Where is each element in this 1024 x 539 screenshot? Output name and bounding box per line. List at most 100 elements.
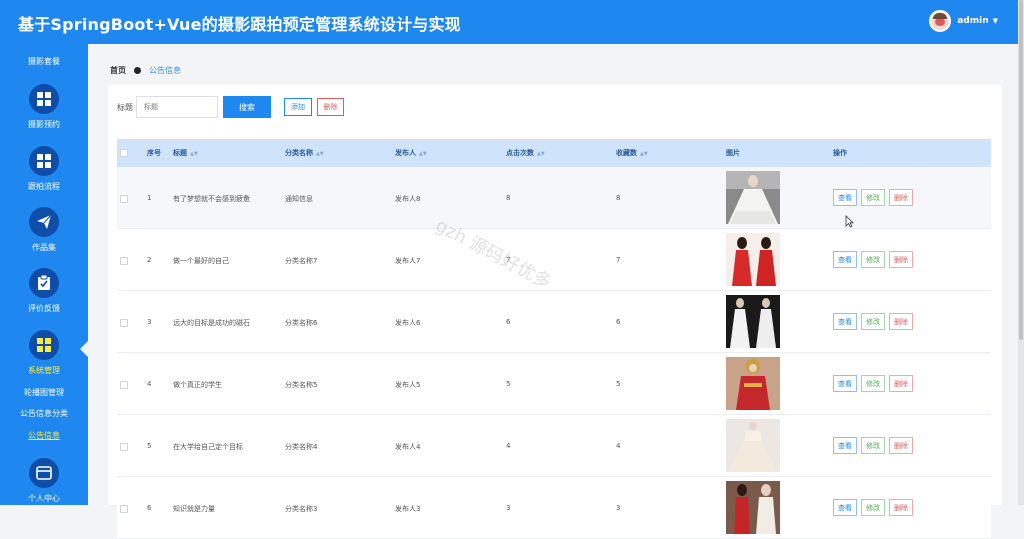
sidebar-item-portfolio[interactable]: 作品集: [0, 207, 88, 253]
cell-publisher: 发布人5: [395, 381, 421, 389]
view-button[interactable]: 查看: [833, 313, 857, 330]
edit-button[interactable]: 修改: [861, 251, 885, 268]
cell-category: 分类名称4: [285, 443, 318, 451]
sort-icon[interactable]: ▲▼: [190, 151, 198, 157]
cell-no: 4: [147, 380, 152, 388]
sidebar: 摄影套餐 摄影预约 跟拍流程 作品集 评价反馈 系统管理 轮播图管理 公告信息分…: [0, 44, 88, 505]
delete-button[interactable]: 删除: [889, 189, 913, 206]
thumbnail-image[interactable]: [726, 295, 780, 348]
row-checkbox[interactable]: [120, 381, 128, 389]
sort-icon[interactable]: ▲▼: [537, 151, 545, 157]
sidebar-subitem-notice-category[interactable]: 公告信息分类: [0, 408, 88, 419]
sidebar-subitem-notice[interactable]: 公告信息: [0, 430, 88, 441]
cell-clicks: 6: [506, 318, 511, 326]
edit-button[interactable]: 修改: [861, 375, 885, 392]
app-title: 基于SpringBoot+Vue的摄影跟拍预定管理系统设计与实现: [18, 15, 461, 34]
row-actions: 查看 修改 删除: [833, 499, 917, 516]
sidebar-item-feedback[interactable]: 评价反馈: [0, 268, 88, 314]
cell-title: 远大的目标是成功的磁石: [173, 319, 250, 327]
row-actions: 查看 修改 删除: [833, 251, 917, 268]
edit-button[interactable]: 修改: [861, 499, 885, 516]
sidebar-item-photo-package[interactable]: 摄影套餐: [0, 57, 88, 67]
edit-button[interactable]: 修改: [861, 189, 885, 206]
grid-icon: [29, 84, 59, 114]
sort-icon[interactable]: ▲▼: [640, 151, 648, 157]
cell-no: 2: [147, 256, 152, 264]
column-header-title[interactable]: 标题 ▲▼: [173, 148, 198, 158]
delete-button[interactable]: 删除: [889, 313, 913, 330]
view-button[interactable]: 查看: [833, 251, 857, 268]
edit-button[interactable]: 修改: [861, 313, 885, 330]
view-button[interactable]: 查看: [833, 437, 857, 454]
user-menu[interactable]: admin ▼: [929, 10, 998, 32]
sort-icon[interactable]: ▲▼: [419, 151, 427, 157]
row-checkbox[interactable]: [120, 319, 128, 327]
row-checkbox[interactable]: [120, 505, 128, 513]
delete-button[interactable]: 删除: [889, 437, 913, 454]
cell-no: 3: [147, 318, 152, 326]
table-header: 序号 标题 ▲▼ 分类名称 ▲▼ 发布人 ▲▼ 点击次数 ▲▼ 收藏数 ▲▼ 图片 操作: [117, 139, 991, 167]
row-checkbox[interactable]: [120, 195, 128, 203]
thumbnail-image[interactable]: [726, 171, 780, 224]
top-header: 基于SpringBoot+Vue的摄影跟拍预定管理系统设计与实现 admin ▼: [0, 0, 1018, 44]
column-header-clicks[interactable]: 点击次数 ▲▼: [506, 148, 545, 158]
sort-icon[interactable]: ▲▼: [316, 151, 324, 157]
sidebar-item-label: 作品集: [32, 243, 56, 252]
content-panel: 标题 搜索 添加 删除 序号 标题▲▼ 分类名称▲▼ 发布人▲▼ 点击次数▲▼ …: [108, 85, 1002, 539]
paper-plane-icon: [29, 207, 59, 237]
view-button[interactable]: 查看: [833, 375, 857, 392]
breadcrumb: 首页 公告信息: [110, 65, 181, 76]
sidebar-item-label: 系统管理: [28, 366, 60, 375]
edit-button[interactable]: 修改: [861, 437, 885, 454]
row-checkbox[interactable]: [120, 443, 128, 451]
cell-category: 分类名称3: [285, 505, 318, 513]
table-row: 3 远大的目标是成功的磁石 分类名称6 发布人6 6 6 查看 修改 删除: [117, 291, 991, 353]
avatar[interactable]: [929, 10, 952, 32]
user-name[interactable]: admin: [957, 16, 988, 26]
sidebar-item-system[interactable]: 系统管理: [0, 330, 88, 376]
search-button[interactable]: 搜索: [223, 96, 271, 118]
sidebar-item-process[interactable]: 跟拍流程: [0, 146, 88, 192]
search-input[interactable]: [136, 96, 218, 118]
cell-category: 分类名称7: [285, 257, 318, 265]
batch-delete-button[interactable]: 删除: [317, 98, 344, 116]
thumbnail-image[interactable]: [726, 357, 780, 410]
thumbnail-image[interactable]: [726, 481, 780, 534]
thumbnail-image[interactable]: [726, 419, 780, 472]
table-row: 6 知识就是力量 分类名称3 发布人3 3 3 查看 修改 删除: [117, 477, 991, 539]
column-header-favorites[interactable]: 收藏数 ▲▼: [616, 148, 648, 158]
cell-no: 5: [147, 442, 152, 450]
chevron-down-icon[interactable]: ▼: [993, 17, 998, 25]
cell-category: 分类名称5: [285, 381, 318, 389]
table-row: 5 在大学给自己定个目标 分类名称4 发布人4 4 4 查看 修改 删除: [117, 415, 991, 477]
scrollbar[interactable]: [1018, 0, 1024, 505]
view-button[interactable]: 查看: [833, 189, 857, 206]
select-all-checkbox[interactable]: [120, 149, 128, 157]
row-checkbox[interactable]: [120, 257, 128, 265]
cell-title: 有了梦想就不会感到疲惫: [173, 195, 250, 203]
grid-icon: [29, 146, 59, 176]
sidebar-item-profile[interactable]: 个人中心: [0, 458, 88, 504]
thumbnail-image[interactable]: [726, 233, 780, 286]
scrollbar-thumb[interactable]: [1019, 0, 1023, 340]
breadcrumb-separator: [134, 67, 141, 74]
add-button[interactable]: 添加: [284, 98, 312, 116]
notice-table: 序号 标题 ▲▼ 分类名称 ▲▼ 发布人 ▲▼ 点击次数 ▲▼ 收藏数 ▲▼ 图片 操作 …: [117, 139, 991, 539]
column-header-actions: 操作: [833, 149, 847, 157]
row-actions: 查看 修改 删除: [833, 437, 917, 454]
row-actions: 查看 修改 删除: [833, 375, 917, 392]
sidebar-item-booking[interactable]: 摄影预约: [0, 84, 88, 130]
delete-button[interactable]: 删除: [889, 375, 913, 392]
cell-clicks: 3: [506, 504, 511, 512]
view-button[interactable]: 查看: [833, 499, 857, 516]
cell-title: 做个真正的学生: [173, 381, 222, 389]
row-actions: 查看 修改 删除: [833, 313, 917, 330]
cell-favorites: 8: [616, 194, 621, 202]
delete-button[interactable]: 删除: [889, 499, 913, 516]
column-header-category[interactable]: 分类名称 ▲▼: [285, 148, 324, 158]
breadcrumb-home[interactable]: 首页: [110, 65, 126, 76]
search-label: 标题: [117, 103, 133, 112]
delete-button[interactable]: 删除: [889, 251, 913, 268]
column-header-publisher[interactable]: 发布人 ▲▼: [395, 148, 427, 158]
sidebar-subitem-carousel[interactable]: 轮播图管理: [0, 387, 88, 398]
